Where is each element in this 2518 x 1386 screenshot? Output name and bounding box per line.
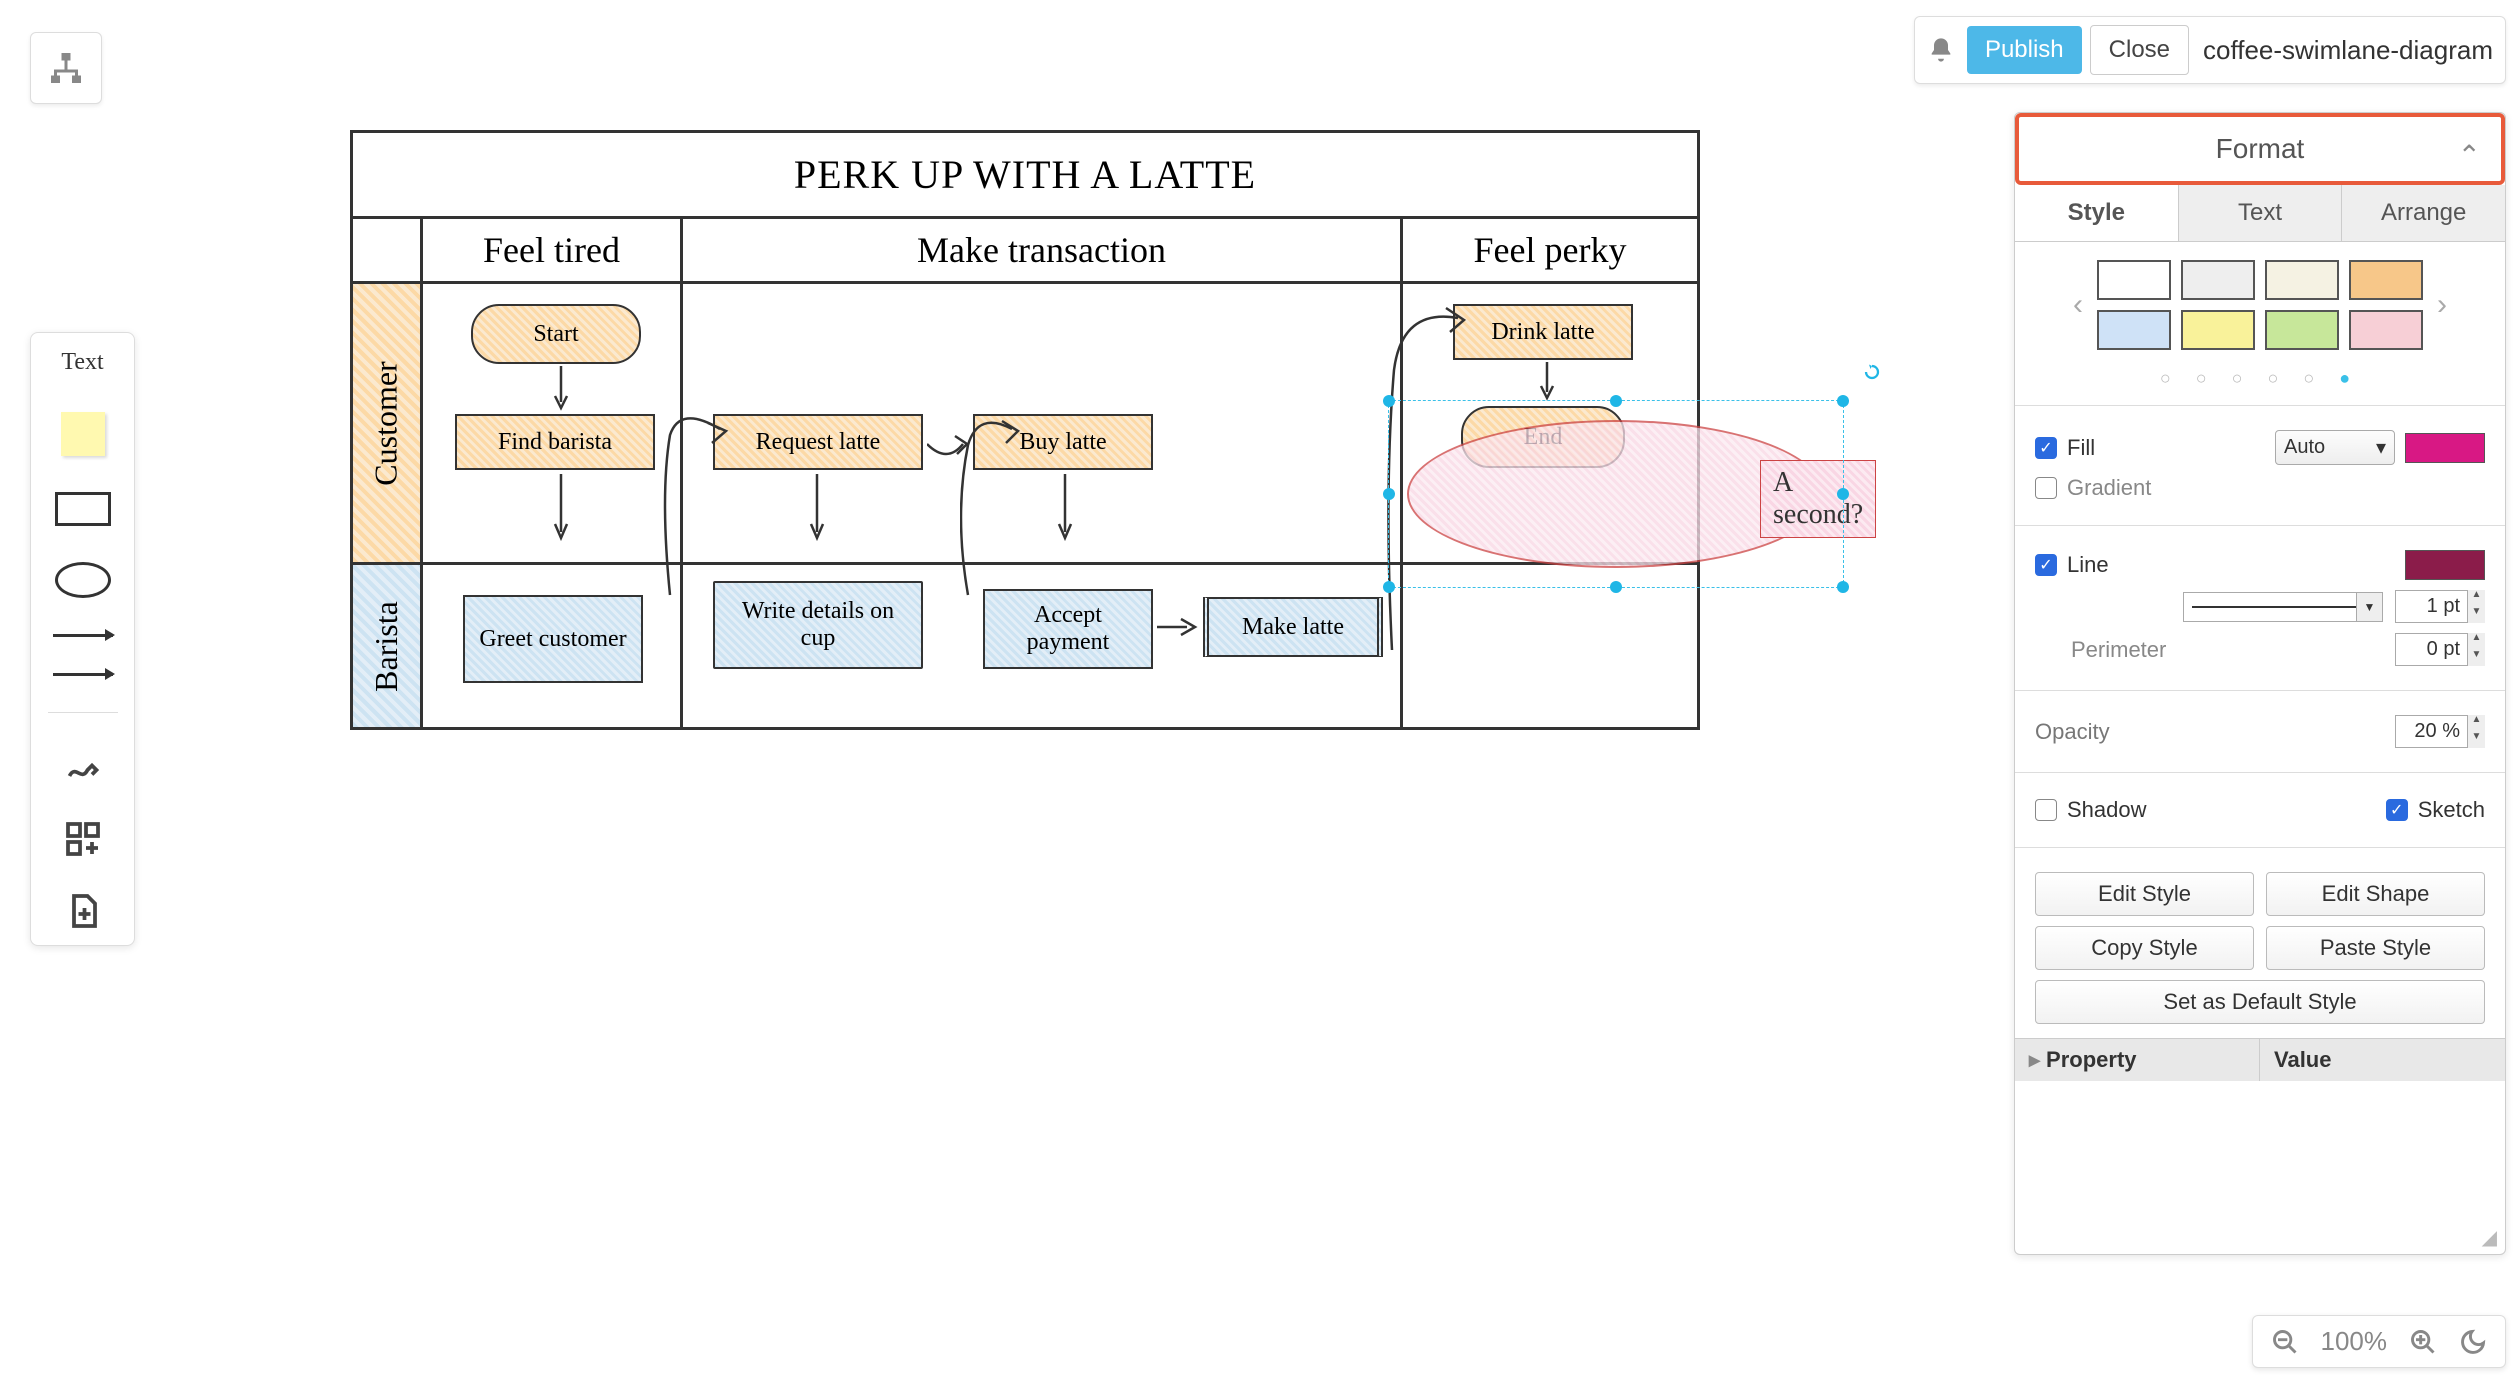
resize-handle-s[interactable] [1610,581,1622,593]
line-label: Line [2067,552,2109,578]
tool-open-arrow[interactable] [53,673,113,676]
sketch-label: Sketch [2418,797,2485,823]
node-find-barista[interactable]: Find barista [455,414,655,470]
phase-header-row: Feel tired Make transaction Feel perky [353,219,1697,281]
line-width-stepper[interactable]: ▲▼ [2467,590,2485,623]
zoom-level[interactable]: 100% [2321,1326,2388,1357]
line-checkbox[interactable] [2035,554,2057,576]
hierarchy-icon [48,50,84,86]
tool-sticky-note[interactable] [61,412,105,456]
resize-handle-ne[interactable] [1837,395,1849,407]
opacity-stepper[interactable]: ▲▼ [2467,715,2485,748]
toolbar-divider [48,712,118,713]
resize-handle-nw[interactable] [1383,395,1395,407]
zoom-in-icon[interactable] [2409,1328,2437,1356]
pool-title[interactable]: PERK UP WITH A LATTE [353,133,1697,219]
fill-label: Fill [2067,435,2095,461]
swatch-1[interactable] [2097,260,2171,300]
perimeter-stepper[interactable]: ▲▼ [2467,633,2485,666]
swatch-3[interactable] [2265,260,2339,300]
swatch-5[interactable] [2097,310,2171,350]
top-bar: Publish Close coffee-swimlane-diagram [1914,16,2506,84]
shadow-checkbox[interactable] [2035,799,2057,821]
swatch-grid [2097,260,2423,350]
resize-handle-w[interactable] [1383,488,1395,500]
paste-style-button[interactable]: Paste Style [2266,926,2485,970]
gradient-checkbox[interactable] [2035,477,2057,499]
zoom-bar: 100% [2252,1315,2507,1368]
selection-outline [1388,400,1844,588]
node-make-latte[interactable]: Make latte [1203,597,1383,657]
left-toolbar: Text [30,332,135,946]
swatch-6[interactable] [2181,310,2255,350]
resize-grip-icon[interactable]: ◢ [2015,1221,2505,1254]
swatch-7[interactable] [2265,310,2339,350]
lane-label-customer[interactable]: Customer [353,281,423,562]
swatch-page-dots[interactable]: ○ ○ ○ ○ ○ ● [2015,368,2505,405]
format-tabs: Style Text Arrange [2015,185,2505,242]
freehand-icon[interactable] [65,749,101,785]
shadow-label: Shadow [2067,797,2147,823]
phase-feel-perky[interactable]: Feel perky [1403,219,1697,281]
swatch-prev[interactable]: ‹ [2069,288,2087,322]
zoom-out-icon[interactable] [2271,1328,2299,1356]
node-write-details[interactable]: Write details on cup [713,581,923,669]
sketch-checkbox[interactable] [2386,799,2408,821]
rotate-handle[interactable] [1863,363,1881,381]
new-page-icon[interactable] [65,893,101,929]
node-drink-latte[interactable]: Drink latte [1453,304,1633,360]
triangle-right-icon[interactable]: ▸ [2029,1047,2040,1072]
diagram-canvas[interactable]: PERK UP WITH A LATTE Feel tired Make tra… [350,130,1700,750]
property-table-header: ▸Property Value [2015,1038,2505,1081]
opacity-label: Opacity [2035,719,2110,745]
chevron-up-icon: ⌃ [2458,139,2481,172]
resize-handle-e[interactable] [1837,488,1849,500]
copy-style-button[interactable]: Copy Style [2035,926,2254,970]
phase-feel-tired[interactable]: Feel tired [423,219,683,281]
tool-ellipse[interactable] [55,562,111,598]
node-start[interactable]: Start [471,304,641,364]
app-logo-button[interactable] [30,32,102,104]
tool-line-arrow[interactable] [53,634,113,637]
line-color-box[interactable] [2405,550,2485,580]
resize-handle-se[interactable] [1837,581,1849,593]
tool-text[interactable]: Text [61,349,103,376]
publish-button[interactable]: Publish [1967,26,2082,74]
line-style-select[interactable]: ▼ [2183,592,2383,622]
fill-mode-select[interactable]: Auto▾ [2275,430,2395,465]
node-request-latte[interactable]: Request latte [713,414,923,470]
property-table-body[interactable] [2015,1081,2505,1221]
dark-mode-icon[interactable] [2459,1328,2487,1356]
swatch-next[interactable]: › [2433,288,2451,322]
tab-style[interactable]: Style [2015,185,2179,241]
fill-color-box[interactable] [2405,433,2485,463]
phase-make-transaction[interactable]: Make transaction [683,219,1403,281]
swatch-2[interactable] [2181,260,2255,300]
fill-checkbox[interactable] [2035,437,2057,459]
swatch-8[interactable] [2349,310,2423,350]
lane-label-barista[interactable]: Barista [353,562,423,727]
tool-rectangle[interactable] [55,492,111,526]
close-button[interactable]: Close [2090,25,2189,75]
tab-text[interactable]: Text [2179,185,2343,241]
format-panel: Format ⌃ Style Text Arrange ‹ › ○ ○ ○ ○ … [2014,112,2506,1255]
resize-handle-sw[interactable] [1383,581,1395,593]
perimeter-label: Perimeter [2035,637,2166,663]
filename-label[interactable]: coffee-swimlane-diagram [2197,35,2493,66]
node-greet-customer[interactable]: Greet customer [463,595,643,683]
bell-icon[interactable] [1927,36,1955,64]
format-panel-header[interactable]: Format ⌃ [2015,113,2505,185]
resize-handle-n[interactable] [1610,395,1622,407]
tab-arrange[interactable]: Arrange [2342,185,2505,241]
edge-write-to-buy[interactable] [960,395,1030,625]
set-default-style-button[interactable]: Set as Default Style [2035,980,2485,1024]
edit-style-button[interactable]: Edit Style [2035,872,2254,916]
shapes-panel-icon[interactable] [65,821,101,857]
edit-shape-button[interactable]: Edit Shape [2266,872,2485,916]
gradient-label: Gradient [2067,475,2151,501]
edge-greet-to-request[interactable] [660,395,740,625]
swatch-4[interactable] [2349,260,2423,300]
